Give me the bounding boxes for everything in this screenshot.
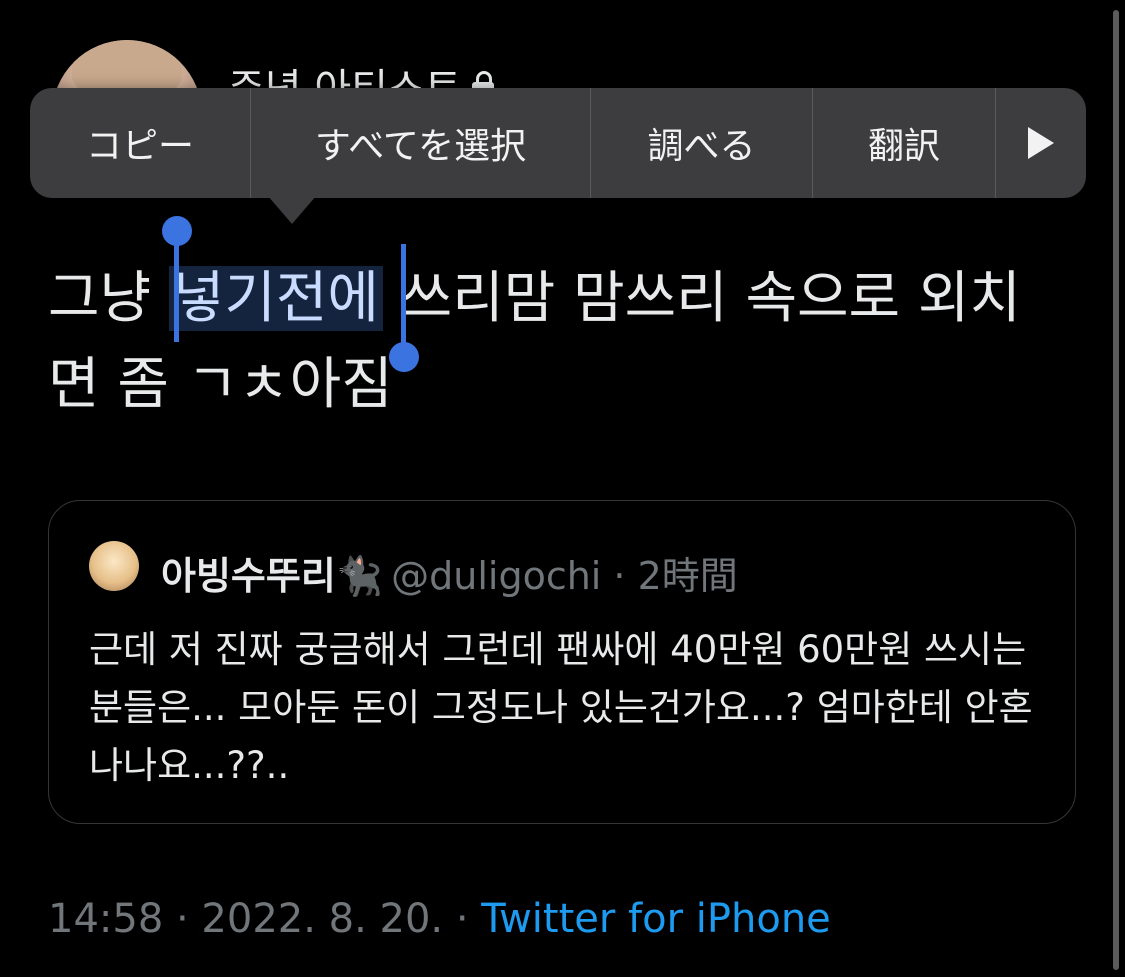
quoted-author-name[interactable]: 아빙수뚜리🐈‍⬛: [161, 554, 383, 598]
quoted-author-avatar[interactable]: [89, 541, 139, 591]
selection-end-handle[interactable]: [389, 342, 419, 372]
tweet-timestamp: 14:58 · 2022. 8. 20. ·: [48, 896, 482, 942]
quoted-handle-time: @duligochi · 2時間: [391, 554, 738, 598]
text-selection-context-menu: コピー すべてを選択 調べる 翻訳: [30, 88, 1086, 198]
tweet-text-before: 그냥: [48, 266, 169, 331]
translate-menu-item[interactable]: 翻訳: [813, 88, 996, 198]
more-menu-items-button[interactable]: [996, 88, 1086, 198]
play-arrow-icon: [1028, 127, 1054, 159]
selection-end-bar: [401, 244, 406, 346]
menu-pointer-arrow: [268, 196, 316, 224]
quoted-tweet-text: 근데 저 진짜 궁금해서 그런데 팬싸에 40만원 60만원 쓰시는 분들은..…: [89, 628, 1033, 787]
selected-text[interactable]: 넣기전에: [168, 266, 383, 331]
tweet-text[interactable]: 그냥 넣기전에 쓰리맘 맘쓰리 속으로 외치면 좀 ㄱㅊ아짐: [48, 256, 1058, 428]
quoted-tweet-header: 아빙수뚜리🐈‍⬛ @duligochi · 2時間: [161, 545, 738, 600]
tweet-source-link[interactable]: Twitter for iPhone: [481, 896, 831, 942]
copy-menu-item[interactable]: コピー: [30, 88, 251, 198]
selection-start-bar: [174, 240, 179, 342]
select-all-menu-item[interactable]: すべてを選択: [251, 88, 591, 198]
tweet-meta: 14:58 · 2022. 8. 20. · Twitter for iPhon…: [48, 896, 831, 942]
scroll-indicator[interactable]: [1113, 10, 1119, 970]
look-up-menu-item[interactable]: 調べる: [591, 88, 813, 198]
quoted-tweet-card[interactable]: 아빙수뚜리🐈‍⬛ @duligochi · 2時間 근데 저 진짜 궁금해서 그런…: [48, 500, 1076, 824]
